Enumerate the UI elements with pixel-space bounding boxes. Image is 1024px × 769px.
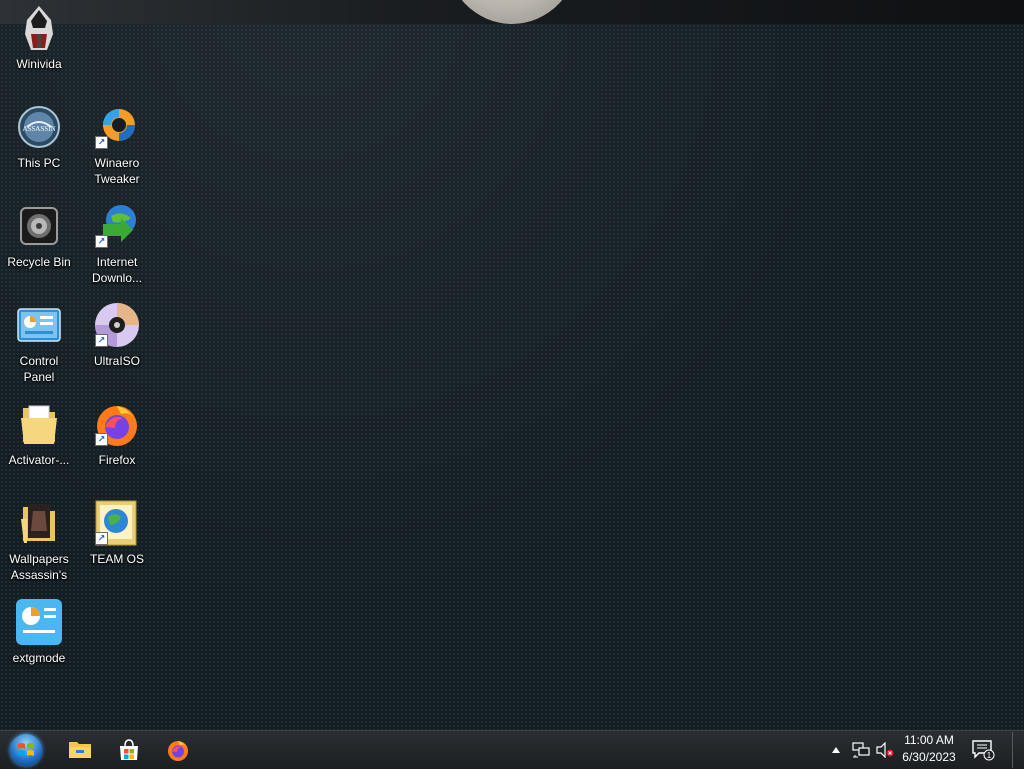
taskbar-clock[interactable]: 11:00 AM 6/30/2023 <box>898 732 960 768</box>
recycle-bin-icon <box>15 202 63 250</box>
assassin-avatar-icon <box>15 4 63 52</box>
tray-network-button[interactable] <box>850 734 872 766</box>
windows-start-orb-icon <box>10 734 42 766</box>
desktop-icon-label: TEAM OS <box>89 552 144 566</box>
shortcut-arrow-icon: ↗ <box>95 532 108 545</box>
shortcut-arrow-icon: ↗ <box>95 433 108 446</box>
desktop-icon-label: Internet Downlo... <box>91 255 143 285</box>
desktop-icon-winivida[interactable]: Winivida <box>0 4 78 72</box>
desktop-icon-this-pc[interactable]: ASSASSIN This PC <box>0 103 78 171</box>
desktop-icon-wallpapers[interactable]: Wallpapers Assassin's <box>0 499 78 583</box>
desktop-icon-label: Winaero Tweaker <box>94 156 140 186</box>
desktop-icon-extgmode[interactable]: extgmode <box>0 598 78 666</box>
desktop[interactable]: Winivida ASSASSIN This PC Recycle Bin Co… <box>0 0 1024 730</box>
desktop-icon-label: Activator-... <box>8 453 70 467</box>
tray-overflow-button[interactable] <box>828 734 844 766</box>
action-center-button[interactable]: 1 <box>968 734 998 766</box>
svg-text:ASSASSIN: ASSASSIN <box>22 125 55 133</box>
chevron-up-icon <box>832 747 840 753</box>
desktop-icon-team-os[interactable]: ↗ TEAM OS <box>78 499 156 567</box>
extgmode-icon <box>15 598 63 646</box>
ultraiso-disc-icon: ↗ <box>93 301 141 349</box>
volume-muted-icon <box>876 742 894 758</box>
desktop-icon-label: Firefox <box>98 453 136 467</box>
desktop-icon-label: Winivida <box>16 57 62 71</box>
folder-icon <box>15 400 63 448</box>
team-os-globe-icon: ↗ <box>93 499 141 547</box>
desktop-icon-activator[interactable]: Activator-... <box>0 400 78 468</box>
winaero-tweaker-icon: ↗ <box>93 103 141 151</box>
desktop-icon-ultraiso[interactable]: ↗ UltraISO <box>78 301 156 369</box>
file-explorer-icon <box>69 742 91 758</box>
wallpaper-folder-icon <box>15 499 63 547</box>
action-center-icon: 1 <box>972 740 995 761</box>
desktop-icon-label: UltraISO <box>93 354 140 368</box>
taskbar-firefox-button[interactable] <box>158 734 198 766</box>
taskbar-file-explorer-button[interactable] <box>60 734 100 766</box>
shortcut-arrow-icon: ↗ <box>95 334 108 347</box>
desktop-icon-winaero-tweaker[interactable]: ↗ Winaero Tweaker <box>78 103 156 187</box>
network-icon <box>852 742 870 758</box>
desktop-icon-label: Control Panel <box>19 354 59 384</box>
desktop-icon-label: Wallpapers Assassin's <box>9 552 69 582</box>
show-desktop-button[interactable] <box>1012 732 1023 768</box>
shortcut-arrow-icon: ↗ <box>95 136 108 149</box>
notification-count: 1 <box>987 751 992 760</box>
firefox-icon: ↗ <box>93 400 141 448</box>
desktop-icon-label: extgmode <box>12 651 66 665</box>
control-panel-icon <box>15 301 63 349</box>
this-pc-icon: ASSASSIN <box>15 103 63 151</box>
desktop-icon-label: This PC <box>17 156 61 170</box>
desktop-icon-internet-download-manager[interactable]: ↗ Internet Downlo... <box>78 202 156 286</box>
clock-time: 11:00 AM <box>904 733 954 747</box>
desktop-icon-control-panel[interactable]: Control Panel <box>0 301 78 385</box>
internet-download-manager-icon: ↗ <box>93 202 141 250</box>
start-button[interactable] <box>6 734 46 766</box>
firefox-icon <box>168 741 188 761</box>
desktop-icon-label: Recycle Bin <box>7 255 71 269</box>
microsoft-store-icon <box>120 739 138 760</box>
taskbar-store-button[interactable] <box>109 734 149 766</box>
desktop-icon-recycle-bin[interactable]: Recycle Bin <box>0 202 78 270</box>
desktop-icon-firefox[interactable]: ↗ Firefox <box>78 400 156 468</box>
shortcut-arrow-icon: ↗ <box>95 235 108 248</box>
clock-date: 6/30/2023 <box>902 750 956 764</box>
tray-volume-button[interactable] <box>874 734 896 766</box>
taskbar: 1 <box>0 730 1024 769</box>
